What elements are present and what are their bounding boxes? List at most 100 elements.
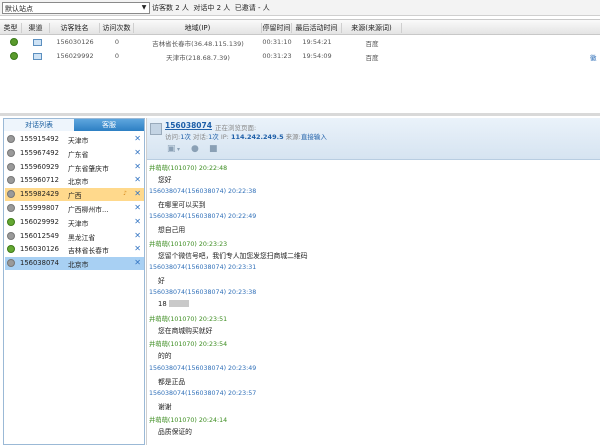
col-region[interactable]: 地域(IP) xyxy=(134,23,262,33)
stay-time: 00:31:10 xyxy=(262,38,292,46)
source-label: 来源: xyxy=(285,133,301,141)
ip-value: 114.242.249.5 xyxy=(230,133,284,141)
close-icon[interactable]: ✕ xyxy=(134,258,141,267)
lock-icon[interactable]: ■ xyxy=(209,144,219,154)
status-dot-icon xyxy=(7,245,15,254)
message-meta: 156038074(156038074) 20:23:38 xyxy=(149,289,257,296)
close-icon[interactable]: ✕ xyxy=(134,203,141,212)
visitor-region: 吉林省长春市(36.48.115.139) xyxy=(152,40,244,48)
close-icon[interactable]: ✕ xyxy=(134,217,141,226)
conversation-tabs: 对话列表 客服 xyxy=(4,119,144,131)
conversation-location: 天津市 xyxy=(68,137,89,145)
col-stay[interactable]: 停留时间 xyxy=(262,23,292,33)
message-text: 都是正品 xyxy=(158,377,186,386)
computer-icon xyxy=(33,39,42,46)
close-icon[interactable]: ✕ xyxy=(134,162,141,171)
row-action-link[interactable]: 徽 xyxy=(590,52,597,62)
list-item[interactable]: 156029992 天津市 ✕ xyxy=(5,216,144,229)
chevron-down-icon[interactable]: ▾ xyxy=(177,146,187,156)
last-active: 19:54:21 xyxy=(302,38,332,46)
conversation-location: 北京市 xyxy=(68,178,89,187)
chats-label: 对话: xyxy=(192,133,209,141)
status-dot-icon xyxy=(7,217,15,226)
visit-count: 0 xyxy=(114,38,120,46)
visitor-stats: 访客数 2 人 对话中 2 人 已邀请 - 人 xyxy=(152,3,270,13)
message-text: 您好 xyxy=(158,176,172,184)
close-icon[interactable]: ✕ xyxy=(134,231,141,240)
status-dot-icon xyxy=(7,162,15,171)
close-icon[interactable]: ✕ xyxy=(134,148,141,157)
list-item[interactable]: 155915492 天津市 ✕ xyxy=(5,133,144,146)
conversation-id: 155960929 xyxy=(20,162,59,171)
list-item[interactable]: 155999807 广西柳州市... ✕ xyxy=(5,202,144,215)
chevron-down-icon[interactable]: ▼ xyxy=(139,3,149,13)
visitor-region: 天津市(218.68.7.39) xyxy=(166,54,230,62)
message-text: 在哪里可以买到 xyxy=(158,201,206,210)
visit-count: 0 xyxy=(114,52,120,60)
list-item[interactable]: 156012549 黑龙江省 ✕ xyxy=(5,230,144,243)
table-row[interactable]: 156030126 0 吉林省长春市(36.48.115.139) 00:31:… xyxy=(0,36,600,49)
close-icon[interactable]: ✕ xyxy=(134,175,141,184)
status-dot-icon xyxy=(7,176,15,185)
conversation-id: 156012549 xyxy=(20,231,59,240)
conversation-id: 155967492 xyxy=(20,148,59,157)
close-icon[interactable]: ✕ xyxy=(134,244,141,253)
tab-agents[interactable]: 客服 xyxy=(74,119,144,131)
message-meta: 井萌萌(101070) 20:23:23 xyxy=(149,240,228,248)
status-dot-icon xyxy=(7,231,15,240)
conversation-id: 155982429 xyxy=(20,190,59,199)
message-text: 谢谢 xyxy=(158,402,172,411)
user-icon[interactable]: ● xyxy=(191,144,201,154)
col-visits[interactable]: 访问次数 xyxy=(100,23,134,33)
message-text: 的的 xyxy=(158,352,172,361)
folder-icon[interactable]: ▣ xyxy=(167,144,177,154)
conversation-location: 广西 xyxy=(68,192,82,201)
status-dot-icon xyxy=(7,259,15,268)
conversation-location: 天津市 xyxy=(68,219,89,228)
conversation-location: 广东省肇庆市 xyxy=(68,164,109,173)
list-item[interactable]: 155960712 北京市 ✕ xyxy=(5,174,144,187)
visitor-name: 156030126 xyxy=(56,38,94,46)
source-value: 直接输入 xyxy=(300,133,327,141)
visitor-id-link[interactable]: 156038074 xyxy=(165,121,212,130)
chat-status-icon xyxy=(10,38,18,46)
list-item[interactable]: 155967492 广东省 ✕ xyxy=(5,147,144,160)
visitor-table: 类型 渠道 访客姓名 访问次数 地域(IP) 停留时间 最后活动时间 来源(来源… xyxy=(0,16,600,114)
status-dot-icon xyxy=(7,204,15,212)
conversation-id: 155960712 xyxy=(20,176,59,185)
avatar xyxy=(150,123,162,135)
chat-status-icon xyxy=(10,52,18,60)
col-channel[interactable]: 渠道 xyxy=(22,23,50,33)
list-item[interactable]: 156030126 吉林省长春市 ✕ xyxy=(5,243,144,256)
table-row[interactable]: 156029992 0 天津市(218.68.7.39) 00:31:23 19… xyxy=(0,50,600,63)
chats-value: 1次 xyxy=(208,133,219,141)
panel-splitter[interactable] xyxy=(0,113,600,116)
col-name[interactable]: 访客姓名 xyxy=(50,23,100,33)
list-item[interactable]: 155960929 广东省肇庆市 ✕ xyxy=(5,161,144,174)
ip-label: IP: xyxy=(220,133,229,141)
message-meta: 井萌萌(101070) 20:24:14 xyxy=(149,417,228,424)
visitor-table-header: 类型 渠道 访客姓名 访问次数 地域(IP) 停留时间 最后活动时间 来源(来源… xyxy=(0,19,600,35)
site-select[interactable]: 默认站点 ▼ xyxy=(2,2,150,14)
conversation-location: 黑龙江省 xyxy=(68,233,96,242)
conversation-panel: 对话列表 客服 155915492 天津市 ✕ 155967492 广东省 ✕ 155960… xyxy=(3,118,145,445)
conversation-id: 155915492 xyxy=(20,135,59,143)
message-meta: 井萌萌(101070) 20:22:48 xyxy=(149,165,228,172)
visits-value: 1次 xyxy=(180,133,191,141)
visitor-header: 156038074 正在浏览页面: 访问:1次 对话:1次 IP: 114.24… xyxy=(147,118,600,160)
close-icon[interactable]: ✕ xyxy=(134,134,141,143)
message-text: 品质保证的 xyxy=(158,428,192,436)
conversation-location: 广西柳州市... xyxy=(68,206,109,214)
col-last[interactable]: 最后活动时间 xyxy=(292,23,342,33)
status-dot-icon xyxy=(7,135,15,143)
tab-conversation-list[interactable]: 对话列表 xyxy=(4,119,74,131)
list-item[interactable]: 155982429 广西 ♪ ✕ xyxy=(5,188,144,202)
conversation-id: 156029992 xyxy=(20,217,59,226)
redacted-block xyxy=(169,300,189,307)
visits-label: 访问: xyxy=(165,133,181,141)
chat-console: 默认站点 ▼ 访客数 2 人 对话中 2 人 已邀请 - 人 类型 渠道 访客姓… xyxy=(0,0,600,445)
close-icon[interactable]: ✕ xyxy=(134,189,141,198)
list-item[interactable]: 156038074 北京市 ✕ xyxy=(5,257,144,271)
col-type[interactable]: 类型 xyxy=(0,23,22,33)
col-source[interactable]: 来源(来源词) xyxy=(342,23,402,33)
